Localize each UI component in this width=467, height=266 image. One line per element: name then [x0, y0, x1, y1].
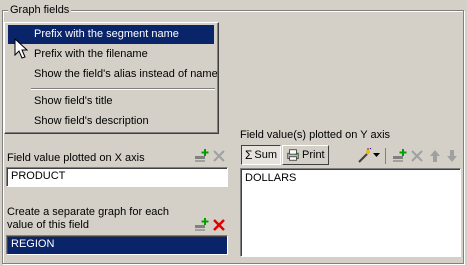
groupbox-title: Graph fields: [8, 3, 72, 17]
delete-icon[interactable]: [211, 148, 227, 164]
print-icon: [287, 149, 299, 161]
add-field-icon[interactable]: [391, 148, 407, 164]
separate-graph-label-line1: Create a separate graph for each: [7, 206, 170, 218]
delete-icon[interactable]: [409, 148, 425, 164]
y-axis-field-list[interactable]: DOLLARS: [240, 168, 461, 257]
chevron-down-icon[interactable]: [373, 153, 380, 158]
toolbar-separator: [385, 148, 386, 164]
separate-graph-label-line2: value of this field: [7, 219, 89, 231]
x-axis-label: Field value plotted on X axis: [7, 152, 145, 164]
arrow-up-icon[interactable]: [427, 148, 443, 164]
separate-graph-field[interactable]: REGION: [6, 235, 228, 255]
menu-item-show-description[interactable]: Show field's description: [8, 112, 214, 131]
arrow-down-icon[interactable]: [444, 148, 460, 164]
sigma-icon: Σ: [245, 148, 253, 162]
sum-button-label: Sum: [254, 149, 278, 161]
add-field-icon[interactable]: [193, 148, 209, 164]
delete-icon[interactable]: [211, 217, 227, 233]
add-field-icon[interactable]: [193, 217, 209, 233]
sum-button[interactable]: Σ Sum: [241, 145, 282, 165]
print-button[interactable]: Print: [282, 145, 329, 165]
mouse-cursor-icon: [14, 38, 29, 59]
menu-item-prefix-segment[interactable]: Prefix with the segment name: [8, 25, 214, 44]
context-menu: Prefix with the segment name Prefix with…: [4, 22, 219, 134]
print-button-label: Print: [302, 149, 325, 161]
menu-separator: [31, 88, 215, 90]
menu-item-show-alias[interactable]: Show the field's alias instead of name: [8, 65, 218, 84]
menu-item-show-title[interactable]: Show field's title: [8, 92, 214, 111]
magic-wand-icon[interactable]: [356, 148, 372, 164]
menu-item-prefix-filename[interactable]: Prefix with the filename: [8, 45, 214, 64]
y-axis-label: Field value(s) plotted on Y axis: [240, 129, 391, 141]
x-axis-field[interactable]: PRODUCT: [6, 167, 228, 187]
y-axis-field-item[interactable]: DOLLARS: [245, 172, 456, 184]
